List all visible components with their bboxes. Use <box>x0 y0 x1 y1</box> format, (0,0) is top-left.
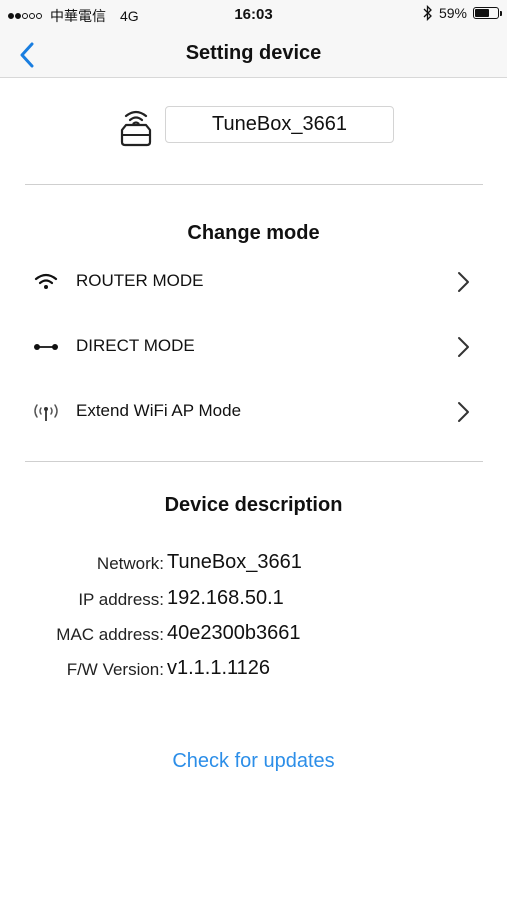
ip-address-value: 192.168.50.1 <box>167 587 284 609</box>
change-mode-title: Change mode <box>187 222 320 244</box>
network-row: Network: TuneBox_3661 <box>0 551 507 577</box>
ip-address-row: IP address: 192.168.50.1 <box>0 587 507 613</box>
extend-wifi-ap-mode-label: Extend WiFi AP Mode <box>76 401 242 420</box>
ip-address-label: IP address: <box>78 590 164 609</box>
battery-percent: 59% <box>438 5 467 21</box>
network-value: TuneBox_3661 <box>167 551 302 573</box>
antenna-broadcast-icon <box>34 404 58 421</box>
firmware-version-label: F/W Version: <box>66 660 164 679</box>
divider <box>25 184 483 185</box>
direct-link-icon <box>34 344 58 350</box>
chevron-right-icon <box>458 337 469 357</box>
direct-mode-label: DIRECT MODE <box>76 336 195 355</box>
bluetooth-icon <box>423 5 432 21</box>
page-title: Setting device <box>185 42 322 64</box>
wifi-icon <box>34 273 58 289</box>
check-for-updates-link[interactable]: Check for updates <box>0 750 507 773</box>
router-mode-item[interactable]: ROUTER MODE <box>0 254 507 310</box>
direct-mode-item[interactable]: DIRECT MODE <box>0 319 507 375</box>
mac-address-row: MAC address: 40e2300b3661 <box>0 622 507 648</box>
battery-icon <box>473 7 502 19</box>
router-icon <box>120 110 152 147</box>
network-label: Network: <box>96 554 164 573</box>
mac-address-value: 40e2300b3661 <box>167 622 301 644</box>
battery-fill <box>475 9 490 17</box>
device-name-field[interactable]: TuneBox_3661 <box>165 106 394 143</box>
router-mode-label: ROUTER MODE <box>76 271 204 290</box>
device-description-title: Device description <box>164 494 343 516</box>
chevron-right-icon <box>458 402 469 422</box>
device-header: TuneBox_3661 <box>0 100 507 152</box>
status-bar: 中華電信 4G 16:03 59% <box>0 0 507 30</box>
status-right: 59% <box>423 5 502 21</box>
firmware-version-value: v1.1.1.1126 <box>167 657 271 679</box>
divider <box>25 461 483 462</box>
navigation-bar: Setting device <box>0 30 507 78</box>
mac-address-label: MAC address: <box>56 625 164 644</box>
firmware-version-row: F/W Version: v1.1.1.1126 <box>0 657 507 683</box>
extend-wifi-ap-mode-item[interactable]: Extend WiFi AP Mode <box>0 384 507 440</box>
chevron-right-icon <box>458 272 469 292</box>
